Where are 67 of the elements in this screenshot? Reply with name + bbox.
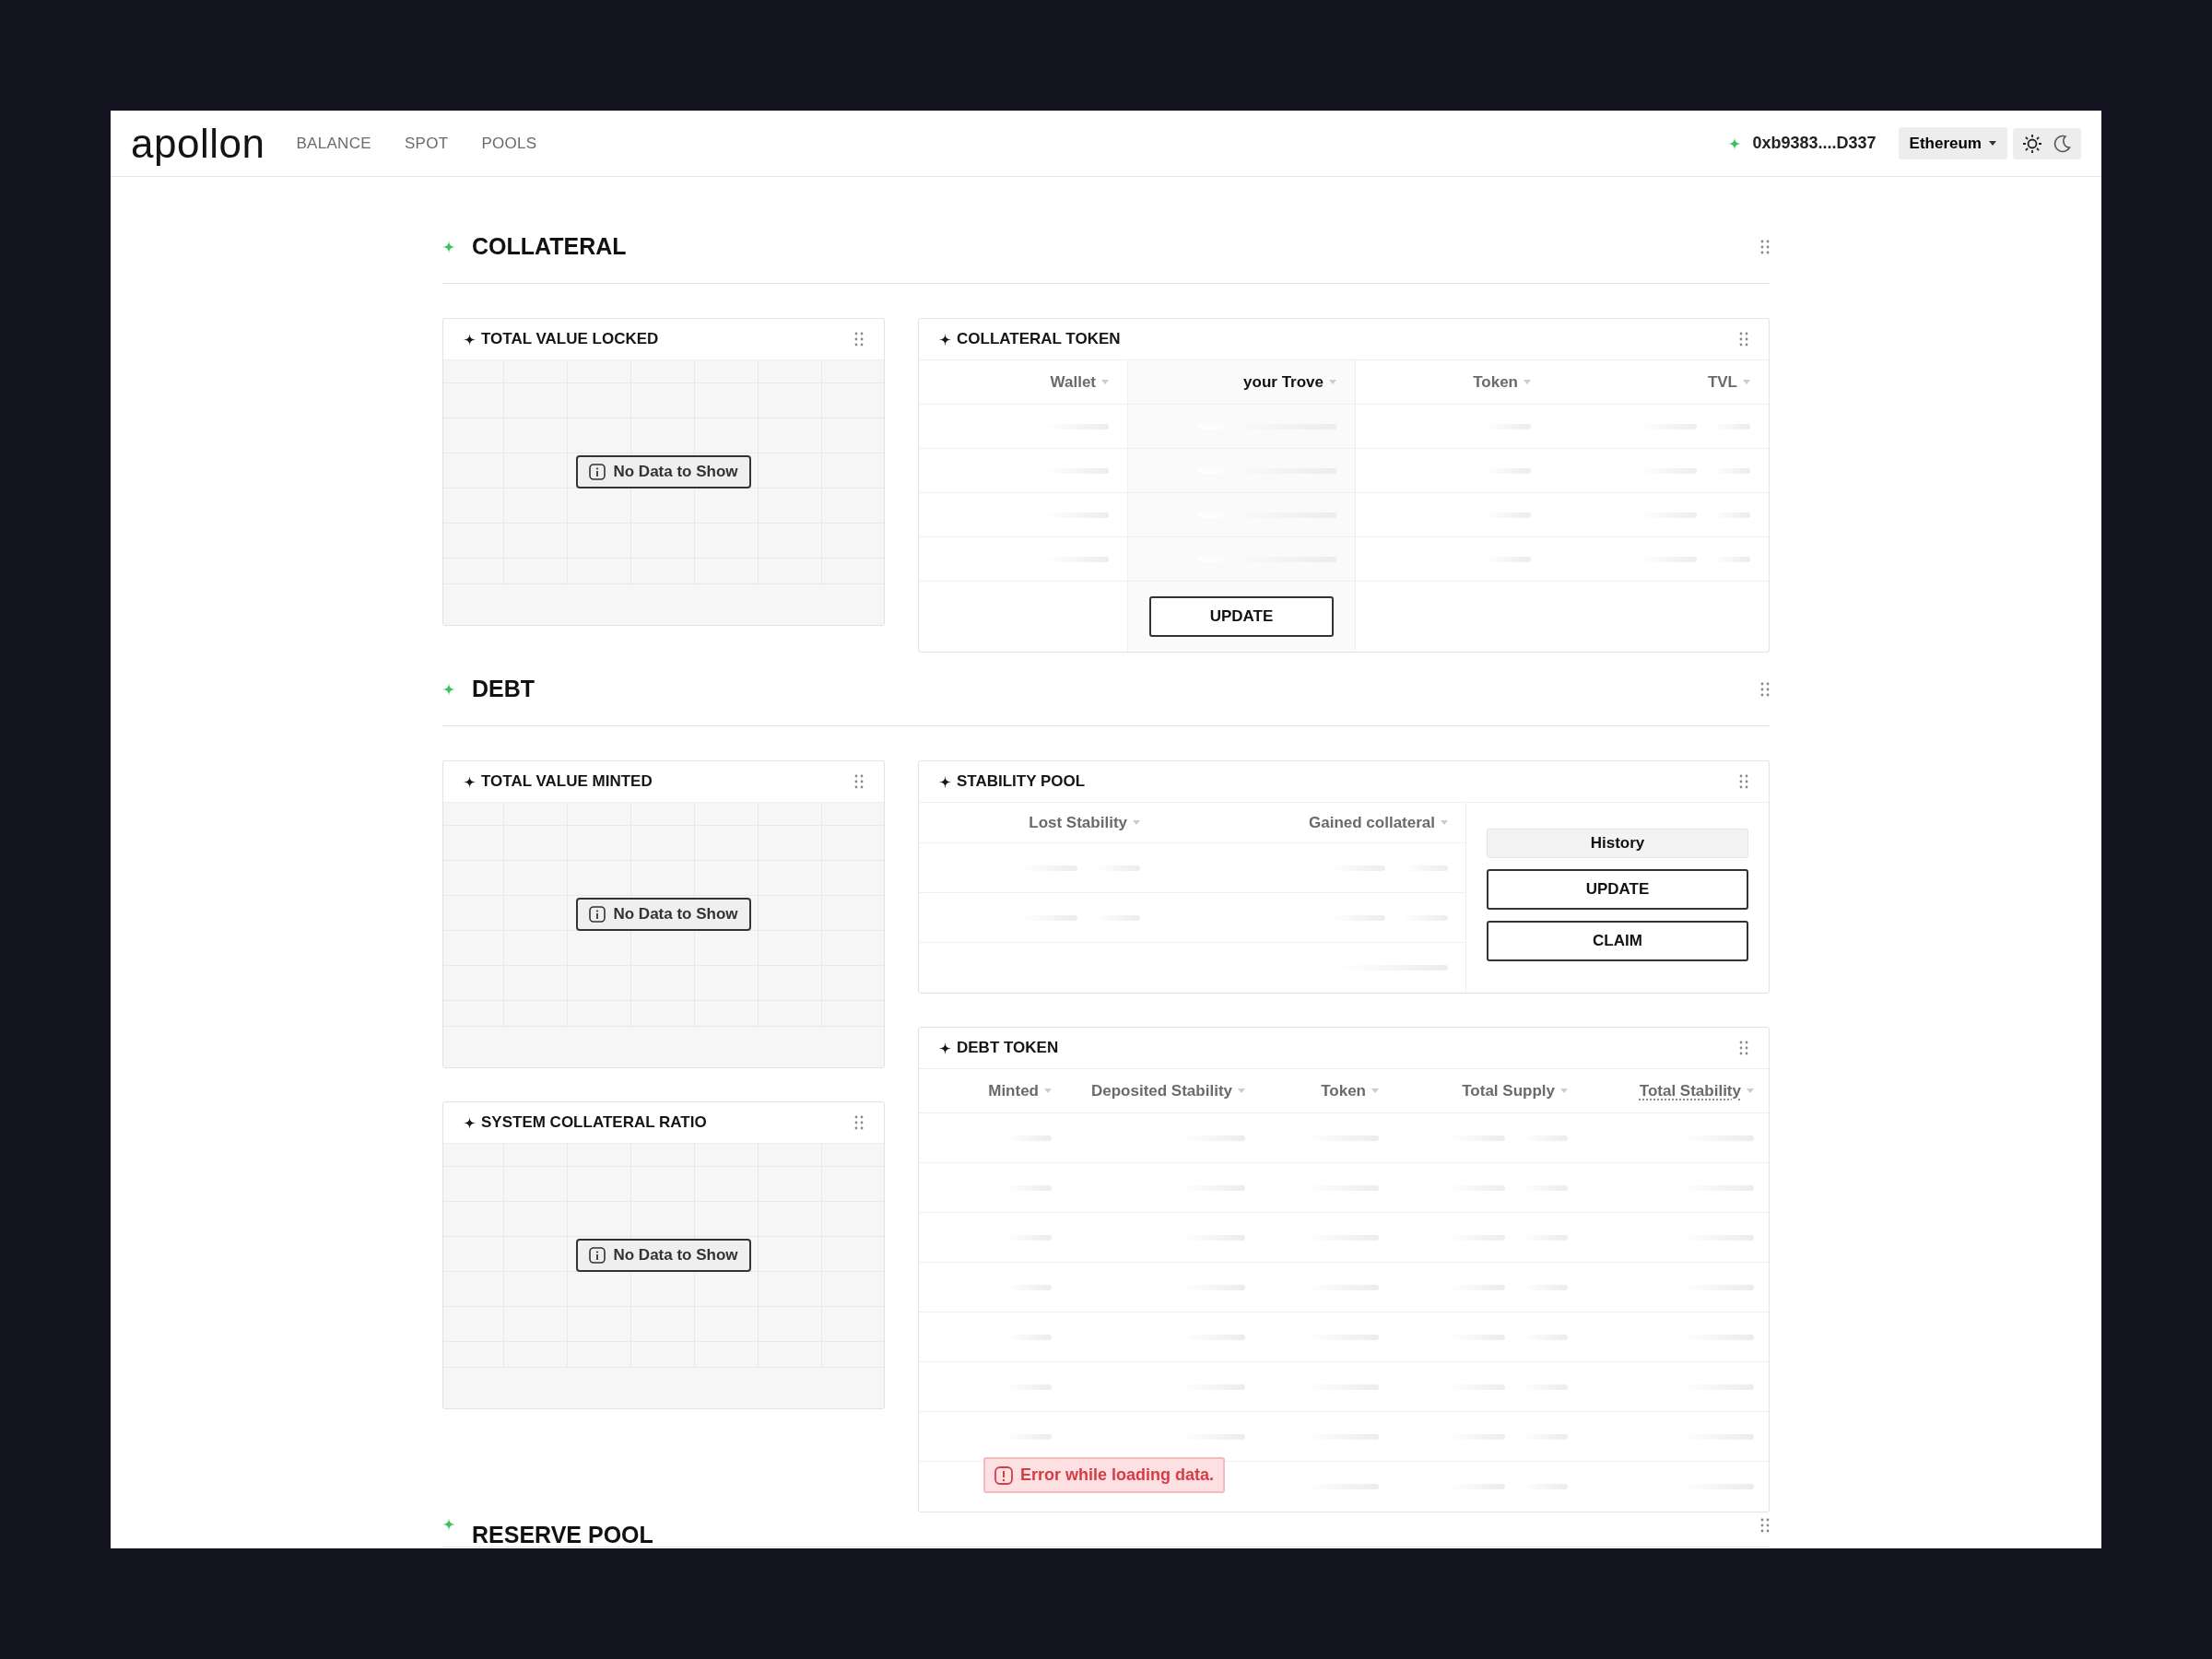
drag-handle-icon <box>1760 239 1770 254</box>
column-header[interactable]: Total Supply <box>1462 1078 1568 1103</box>
sort-icon <box>1524 380 1531 384</box>
nav-link[interactable]: SPOT <box>404 131 449 156</box>
sparkle-icon <box>939 333 951 346</box>
sort-icon <box>1101 380 1109 384</box>
action-button[interactable]: CLAIM <box>1487 921 1748 961</box>
section-title: RESERVE POOL <box>472 1521 653 1548</box>
update-button[interactable]: UPDATE <box>1149 596 1334 637</box>
logo[interactable]: apollon <box>131 123 265 164</box>
alert-icon <box>994 1465 1013 1485</box>
sparkle-icon <box>939 1041 951 1054</box>
sort-icon <box>1044 1088 1052 1093</box>
sort-icon <box>1238 1088 1245 1093</box>
column-header[interactable]: Token <box>1473 370 1531 394</box>
sparkle-icon <box>939 775 951 788</box>
panel-title: TOTAL VALUE MINTED <box>481 771 653 793</box>
sparkle-icon <box>464 775 476 788</box>
drag-handle-icon <box>854 1115 864 1130</box>
sort-icon <box>1560 1088 1568 1093</box>
sort-icon <box>1133 820 1140 825</box>
column-header[interactable]: Total Stability <box>1639 1078 1754 1103</box>
sparkle-icon <box>442 1518 455 1531</box>
nav-link[interactable]: POOLS <box>481 131 537 156</box>
info-icon <box>589 1247 606 1264</box>
sparkle-icon <box>464 1116 476 1129</box>
info-icon <box>589 464 606 480</box>
wallet-address[interactable]: 0xb9383....D337 <box>1752 131 1877 156</box>
panel-title: SYSTEM COLLATERAL RATIO <box>481 1112 707 1134</box>
drag-handle-icon <box>854 774 864 789</box>
drag-handle-icon <box>1739 332 1748 347</box>
sun-icon <box>2022 133 2042 154</box>
sparkle-icon <box>464 333 476 346</box>
column-header[interactable]: Gained collateral <box>1309 810 1448 835</box>
network-dropdown[interactable]: Ethereum <box>1898 126 2007 160</box>
history-button[interactable]: History <box>1487 829 1748 858</box>
drag-handle-icon <box>1739 774 1748 789</box>
sort-icon <box>1371 1088 1379 1093</box>
sort-icon <box>1743 380 1750 384</box>
column-header[interactable]: Lost Stability <box>1029 810 1140 835</box>
nav-link[interactable]: BALANCE <box>296 131 371 156</box>
no-data-text: No Data to Show <box>613 462 738 483</box>
drag-handle-icon <box>1760 1518 1770 1533</box>
panel-title: STABILITY POOL <box>957 771 1086 793</box>
column-header[interactable]: Wallet <box>1050 370 1109 394</box>
section-title: DEBT <box>472 674 535 703</box>
sort-icon <box>1441 820 1448 825</box>
info-icon <box>589 906 606 923</box>
error-text: Error while loading data. <box>1020 1465 1215 1486</box>
column-header[interactable]: Deposited Stability <box>1090 1078 1245 1103</box>
sort-icon <box>1747 1088 1754 1093</box>
action-button[interactable]: UPDATE <box>1487 869 1748 910</box>
no-data-text: No Data to Show <box>613 1245 738 1266</box>
panel-title: COLLATERAL TOKEN <box>957 329 1121 350</box>
column-header[interactable]: Token <box>1321 1078 1379 1103</box>
column-header[interactable]: TVL <box>1707 370 1750 394</box>
column-header[interactable]: Minted <box>988 1078 1052 1103</box>
drag-handle-icon <box>1739 1041 1748 1055</box>
drag-handle-icon <box>854 332 864 347</box>
caret-icon <box>1989 141 1996 146</box>
panel-title: TOTAL VALUE LOCKED <box>481 329 659 350</box>
panel-title: DEBT TOKEN <box>957 1038 1059 1059</box>
drag-handle-icon <box>1760 681 1770 697</box>
section-title: COLLATERAL <box>472 231 627 261</box>
moon-icon <box>2052 133 2072 154</box>
sort-icon <box>1329 380 1336 384</box>
no-data-text: No Data to Show <box>613 904 738 925</box>
